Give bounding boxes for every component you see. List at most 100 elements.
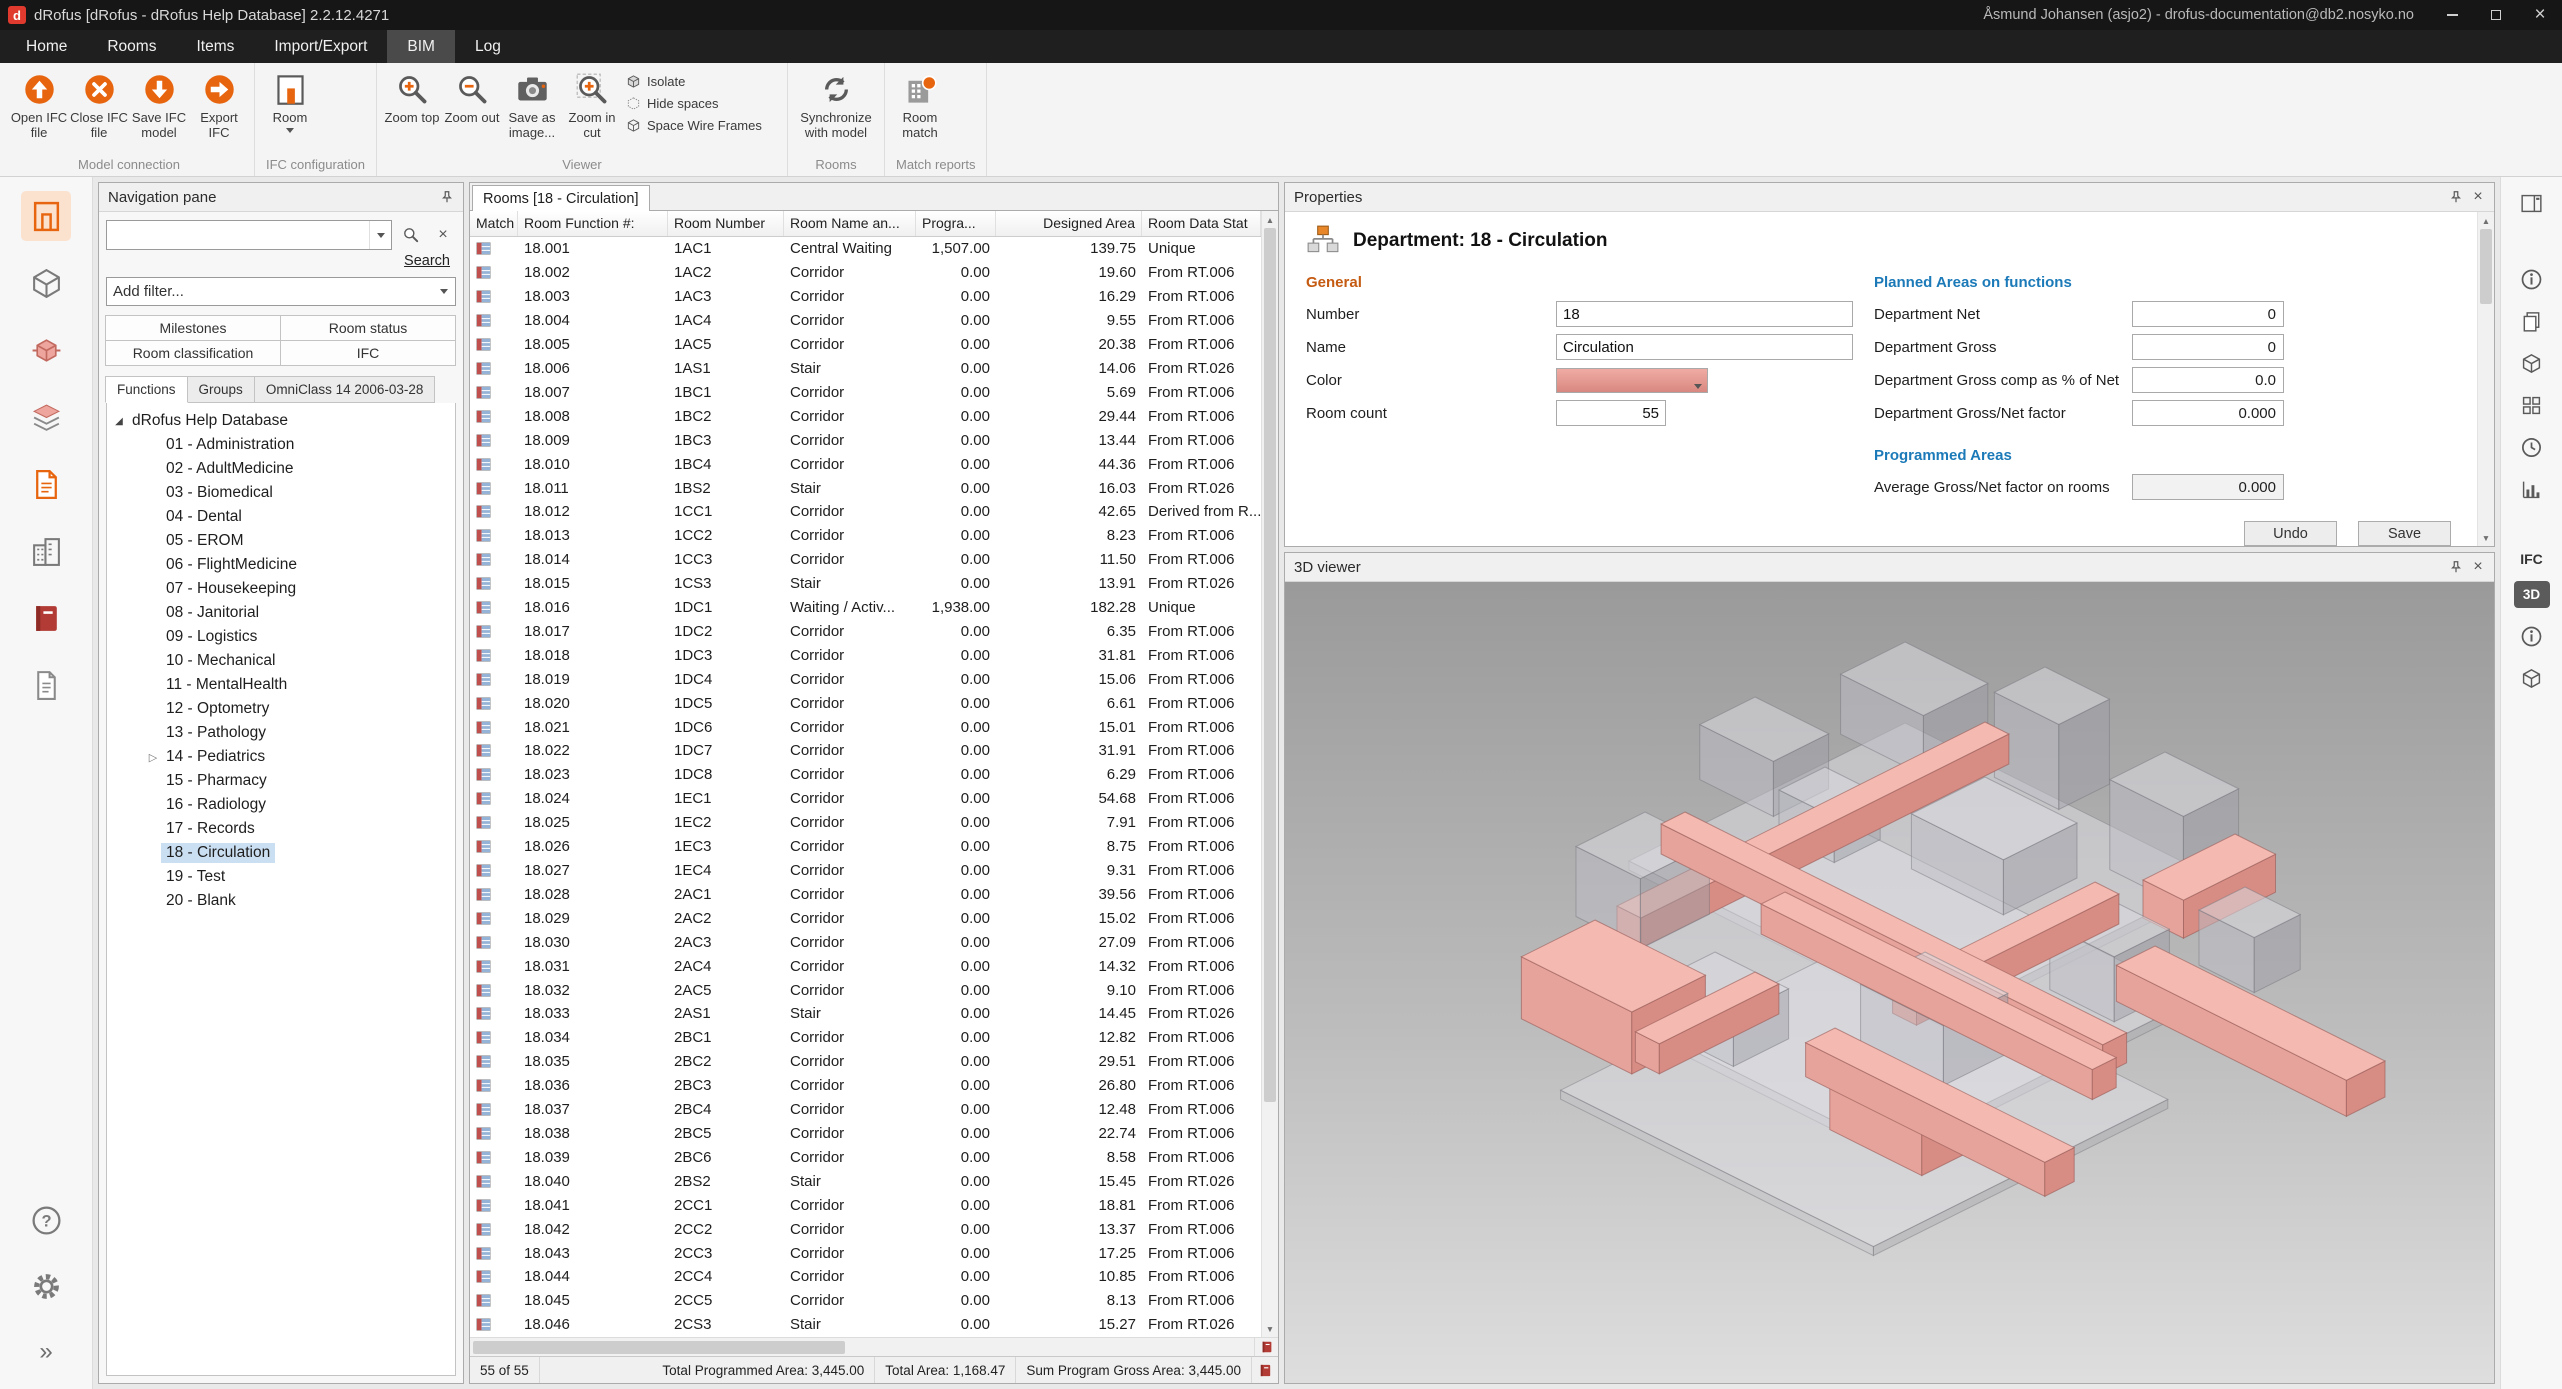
color-picker[interactable] xyxy=(1556,368,1708,393)
table-row[interactable]: 18.020 1DC5 Corridor 0.00 6.61 From RT.0… xyxy=(470,691,1261,715)
table-row[interactable]: 18.003 1AC3 Corridor 0.00 16.29 From RT.… xyxy=(470,285,1261,309)
column-header-room-number[interactable]: Room Number xyxy=(668,211,784,236)
ribbon-tab[interactable]: Rooms xyxy=(87,30,176,63)
tree-item[interactable]: 06 - FlightMedicine xyxy=(111,553,455,577)
property-value[interactable]: 0.000 xyxy=(2132,400,2284,426)
sidebar-rooms-button[interactable] xyxy=(21,191,71,241)
tree-item[interactable]: 07 - Housekeeping xyxy=(111,577,455,601)
scrollbar-thumb[interactable] xyxy=(473,1341,845,1354)
room-config-button[interactable]: Room xyxy=(260,65,320,156)
sidebar-templates-button[interactable] xyxy=(21,660,71,710)
room-count-input[interactable] xyxy=(1556,400,1666,426)
undo-button[interactable]: Undo xyxy=(2244,521,2337,546)
navigation-mode-tab[interactable]: Functions xyxy=(105,376,188,403)
viewer-toggle[interactable]: Isolate xyxy=(626,74,774,89)
tree-item[interactable]: 08 - Janitorial xyxy=(111,601,455,625)
table-row[interactable]: 18.031 2AC4 Corridor 0.00 14.32 From RT.… xyxy=(470,954,1261,978)
table-row[interactable]: 18.040 2BS2 Stair 0.00 15.45 From RT.026 xyxy=(470,1169,1261,1193)
table-row[interactable]: 18.035 2BC2 Corridor 0.00 29.51 From RT.… xyxy=(470,1050,1261,1074)
filter-button[interactable]: Room classification xyxy=(105,340,281,366)
filter-button[interactable]: IFC xyxy=(280,340,456,366)
table-row[interactable]: 18.009 1BC3 Corridor 0.00 13.44 From RT.… xyxy=(470,428,1261,452)
table-row[interactable]: 18.021 1DC6 Corridor 0.00 15.01 From RT.… xyxy=(470,715,1261,739)
table-row[interactable]: 18.016 1DC1 Waiting / Activ... 1,938.00 … xyxy=(470,596,1261,620)
table-row[interactable]: 18.010 1BC4 Corridor 0.00 44.36 From RT.… xyxy=(470,452,1261,476)
tree-item[interactable]: 20 - Blank xyxy=(111,889,455,913)
tree-item[interactable]: 14 - Pediatrics xyxy=(111,745,455,769)
tree-item[interactable]: 02 - AdultMedicine xyxy=(111,457,455,481)
restore-button[interactable] xyxy=(2474,0,2518,30)
save-button[interactable]: Save xyxy=(2358,521,2451,546)
ribbon-tab[interactable]: Home xyxy=(6,30,87,63)
zoom-in-cut-button[interactable]: Zoom in cut xyxy=(562,65,622,156)
synchronize-with-model-button[interactable]: Synchronize with model xyxy=(793,65,879,156)
chevron-down-icon[interactable] xyxy=(1689,369,1707,392)
grid-report-button[interactable] xyxy=(1254,1338,1278,1356)
search-input[interactable] xyxy=(106,220,392,250)
sidebar-buildings-button[interactable] xyxy=(21,526,71,576)
close-panel-button[interactable]: × xyxy=(2467,186,2489,208)
filter-button[interactable]: Milestones xyxy=(105,315,281,341)
ribbon-tab[interactable]: Log xyxy=(455,30,521,63)
table-row[interactable]: 18.005 1AC5 Corridor 0.00 20.38 From RT.… xyxy=(470,333,1261,357)
pin-panel-button[interactable] xyxy=(436,186,458,208)
column-header-room-data-status[interactable]: Room Data Stat xyxy=(1142,211,1261,236)
zoom-top-button[interactable]: Zoom top xyxy=(382,65,442,156)
table-row[interactable]: 18.026 1EC3 Corridor 0.00 8.75 From RT.0… xyxy=(470,835,1261,859)
table-row[interactable]: 18.007 1BC1 Corridor 0.00 5.69 From RT.0… xyxy=(470,380,1261,404)
viewer-toggle[interactable]: Space Wire Frames xyxy=(626,118,774,133)
table-row[interactable]: 18.023 1DC8 Corridor 0.00 6.29 From RT.0… xyxy=(470,763,1261,787)
scroll-up-button[interactable]: ▲ xyxy=(1262,211,1278,228)
table-row[interactable]: 18.012 1CC1 Corridor 0.00 42.65 Derived … xyxy=(470,500,1261,524)
sidebar-items-button[interactable] xyxy=(21,325,71,375)
tree-item[interactable]: 09 - Logistics xyxy=(111,625,455,649)
column-header-designed-area[interactable]: Designed Area xyxy=(996,211,1142,236)
table-row[interactable]: 18.041 2CC1 Corridor 0.00 18.81 From RT.… xyxy=(470,1193,1261,1217)
copy-button[interactable] xyxy=(2518,307,2546,335)
navigation-mode-tab[interactable]: OmniClass 14 2006-03-28 xyxy=(254,376,436,403)
table-row[interactable]: 18.002 1AC2 Corridor 0.00 19.60 From RT.… xyxy=(470,261,1261,285)
table-row[interactable]: 18.044 2CC4 Corridor 0.00 10.85 From RT.… xyxy=(470,1265,1261,1289)
tree-item[interactable]: 13 - Pathology xyxy=(111,721,455,745)
scrollbar-thumb[interactable] xyxy=(2480,229,2492,304)
table-row[interactable]: 18.027 1EC4 Corridor 0.00 9.31 From RT.0… xyxy=(470,859,1261,883)
search-button[interactable] xyxy=(398,222,424,248)
add-filter-dropdown[interactable]: Add filter... xyxy=(106,277,456,306)
table-row[interactable]: 18.045 2CC5 Corridor 0.00 8.13 From RT.0… xyxy=(470,1289,1261,1313)
table-row[interactable]: 18.006 1AS1 Stair 0.00 14.06 From RT.026 xyxy=(470,357,1261,381)
help-button[interactable] xyxy=(21,1195,71,1245)
table-row[interactable]: 18.037 2BC4 Corridor 0.00 12.48 From RT.… xyxy=(470,1098,1261,1122)
scroll-down-button[interactable]: ▼ xyxy=(1262,1320,1278,1337)
search-dropdown-button[interactable] xyxy=(369,221,391,249)
table-row[interactable]: 18.028 2AC1 Corridor 0.00 39.56 From RT.… xyxy=(470,882,1261,906)
table-row[interactable]: 18.046 2CS3 Stair 0.00 15.27 From RT.026 xyxy=(470,1313,1261,1337)
tree-item[interactable]: 01 - Administration xyxy=(111,433,455,457)
sidebar-layers-button[interactable] xyxy=(21,392,71,442)
column-header-room-function[interactable]: Room Function #: xyxy=(518,211,668,236)
rooms-document-tab[interactable]: Rooms [18 - Circulation] xyxy=(472,185,650,211)
table-row[interactable]: 18.034 2BC1 Corridor 0.00 12.82 From RT.… xyxy=(470,1026,1261,1050)
panel-layout-button[interactable] xyxy=(2518,189,2546,217)
info-button[interactable] xyxy=(2518,622,2546,650)
tree-item[interactable]: 04 - Dental xyxy=(111,505,455,529)
grid-button[interactable] xyxy=(2518,391,2546,419)
tree-item[interactable]: 19 - Test xyxy=(111,865,455,889)
model-cube-button[interactable] xyxy=(2518,349,2546,377)
table-row[interactable]: 18.019 1DC4 Corridor 0.00 15.06 From RT.… xyxy=(470,667,1261,691)
column-header-programmed[interactable]: Progra... xyxy=(916,211,996,236)
table-row[interactable]: 18.038 2BC5 Corridor 0.00 22.74 From RT.… xyxy=(470,1122,1261,1146)
ribbon-tab[interactable]: Items xyxy=(176,30,254,63)
column-header-room-name[interactable]: Room Name an... xyxy=(784,211,916,236)
viewer-toggle[interactable]: Hide spaces xyxy=(626,96,774,111)
save-ifc-model-button[interactable]: Save IFC model xyxy=(129,65,189,156)
table-row[interactable]: 18.014 1CC3 Corridor 0.00 11.50 From RT.… xyxy=(470,548,1261,572)
property-value[interactable]: 0 xyxy=(2132,301,2284,327)
open-ifc-file-button[interactable]: Open IFC file xyxy=(9,65,69,156)
info-button[interactable] xyxy=(2518,265,2546,293)
settings-button[interactable] xyxy=(21,1261,71,1311)
tree-item[interactable]: 10 - Mechanical xyxy=(111,649,455,673)
horizontal-scrollbar[interactable] xyxy=(470,1337,1278,1356)
table-row[interactable]: 18.015 1CS3 Stair 0.00 13.91 From RT.026 xyxy=(470,572,1261,596)
close-ifc-file-button[interactable]: Close IFC file xyxy=(69,65,129,156)
table-row[interactable]: 18.001 1AC1 Central Waiting 1,507.00 139… xyxy=(470,237,1261,261)
